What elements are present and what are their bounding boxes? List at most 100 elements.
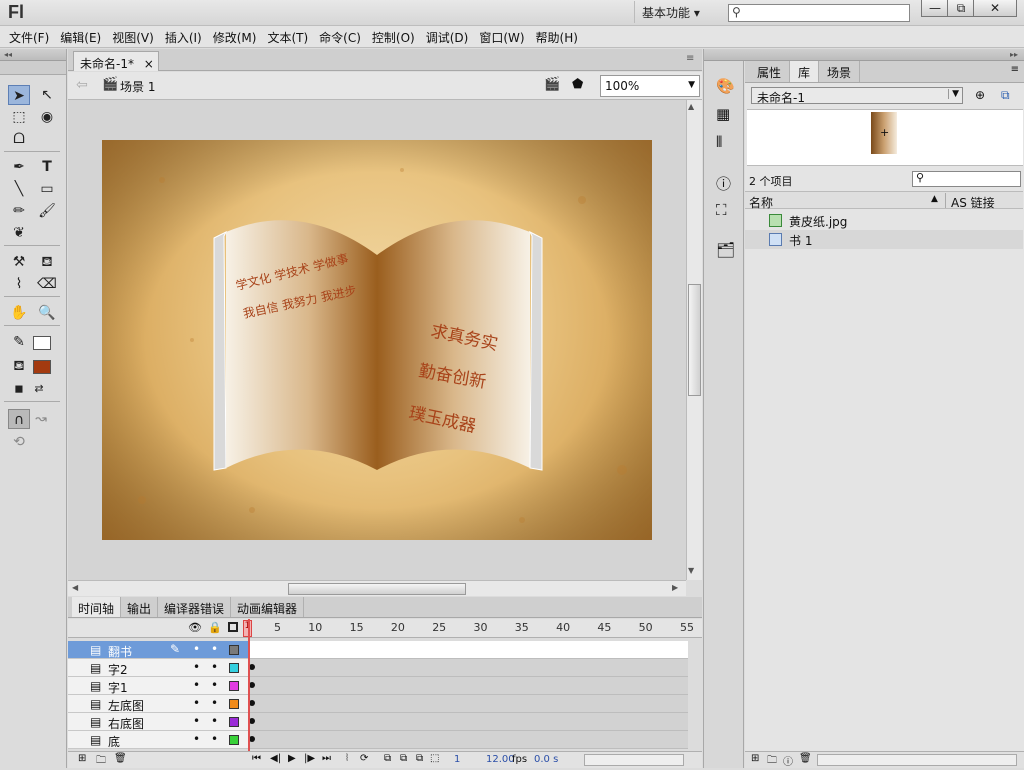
pasteboard[interactable]: 学文化 学技术 学做事 我自信 我努力 我进步 求真务实 勤奋创新 璞玉成器	[68, 100, 686, 580]
library-item[interactable]: 书 1	[745, 230, 1023, 249]
prev-frame-icon[interactable]: ◀|	[270, 753, 281, 764]
layer-name[interactable]: 左底图	[108, 697, 144, 714]
zoom-select[interactable]: 100% ▼	[600, 75, 700, 97]
3d-rotation-tool-icon[interactable]: ◉	[36, 107, 58, 127]
close-tab-icon[interactable]: ×	[144, 57, 154, 71]
tab-motion-editor[interactable]: 动画编辑器	[231, 597, 305, 617]
scroll-right-icon[interactable]: ▶	[672, 583, 678, 592]
deco-tool-icon[interactable]: ❦	[8, 223, 30, 243]
tab-timeline[interactable]: 时间轴	[72, 597, 122, 617]
visibility-dot[interactable]: •	[193, 696, 200, 710]
layer-row[interactable]: ▤ 右底图 • •	[68, 713, 248, 731]
lock-dot[interactable]: •	[211, 714, 218, 728]
menu-insert[interactable]: 插入(I)	[162, 26, 210, 47]
align-panel-icon[interactable]: ⫴	[716, 133, 722, 151]
library-hscroll[interactable]	[817, 754, 1017, 766]
right-panel-header[interactable]: ▸▸	[704, 49, 1024, 61]
properties-icon[interactable]: ⓘ	[783, 753, 793, 768]
zoom-tool-icon[interactable]: 🔍	[36, 303, 58, 323]
stroke-color-swatch[interactable]	[33, 336, 51, 350]
lasso-tool-icon[interactable]: ᗝ	[8, 129, 30, 149]
hand-tool-icon[interactable]: ✋	[8, 303, 30, 323]
menu-modify[interactable]: 修改(M)	[210, 26, 265, 47]
tab-compiler-errors[interactable]: 编译器错误	[158, 597, 232, 617]
layer-color-swatch[interactable]	[229, 735, 239, 745]
lock-icon[interactable]: 🔒	[208, 621, 222, 634]
eye-icon[interactable]: 👁	[188, 621, 202, 634]
panel-menu-icon[interactable]: ≡	[1005, 61, 1024, 82]
lock-dot[interactable]: •	[211, 642, 218, 656]
new-symbol-icon[interactable]: ⊞	[751, 753, 759, 764]
frame-track[interactable]	[248, 695, 688, 713]
subselection-tool-icon[interactable]: ↖	[36, 85, 58, 105]
tools-panel-grip[interactable]	[0, 61, 66, 75]
edit-scene-icon[interactable]: 🎬	[544, 77, 560, 92]
lock-dot[interactable]: •	[211, 732, 218, 746]
pencil-tool-icon[interactable]: ✏	[8, 201, 30, 221]
close-button[interactable]: ✕	[973, 0, 1017, 17]
scroll-up-icon[interactable]: ▲	[688, 102, 694, 111]
transform-panel-icon[interactable]: ⛶	[716, 201, 727, 219]
tools-panel-header[interactable]: ◂◂	[0, 49, 66, 61]
loop-icon[interactable]: ⟳	[360, 753, 368, 764]
horizontal-scroll-thumb[interactable]	[288, 583, 466, 595]
library-document-select[interactable]: 未命名-1 ▼	[751, 87, 963, 105]
layer-color-swatch[interactable]	[229, 717, 239, 727]
layer-row[interactable]: ▤ 翻书 ✎ • •	[68, 641, 248, 659]
lock-dot[interactable]: •	[211, 678, 218, 692]
delete-icon[interactable]: 🗑	[799, 753, 812, 764]
layer-row[interactable]: ▤ 字2 • •	[68, 659, 248, 677]
tab-library[interactable]: 库	[790, 61, 820, 82]
eraser-tool-icon[interactable]: ⌫	[36, 274, 58, 294]
fill-color-icon[interactable]: ⛾	[8, 356, 30, 376]
free-transform-tool-icon[interactable]: ⬚	[8, 107, 30, 127]
onion-outline-icon[interactable]: ⧉	[400, 753, 407, 764]
rectangle-tool-icon[interactable]: ▭	[36, 179, 58, 199]
info-panel-icon[interactable]: ⓘ	[716, 173, 731, 194]
edit-multiple-frames-icon[interactable]: ⧉	[416, 753, 423, 764]
visibility-dot[interactable]: •	[193, 732, 200, 746]
new-layer-icon[interactable]: ⊞	[78, 753, 86, 764]
layer-color-swatch[interactable]	[229, 699, 239, 709]
edit-symbols-icon[interactable]: ⬟	[572, 77, 583, 92]
timeline-hscroll[interactable]	[584, 754, 684, 766]
library-search-input[interactable]: ⚲	[912, 171, 1021, 187]
layer-row[interactable]: ▤ 左底图 • •	[68, 695, 248, 713]
layer-name[interactable]: 翻书	[108, 643, 132, 660]
tab-scene[interactable]: 场景	[819, 61, 861, 82]
menu-view[interactable]: 视图(V)	[109, 26, 162, 47]
play-icon[interactable]: ▶	[288, 753, 296, 764]
horizontal-scrollbar[interactable]: ◀ ▶	[68, 580, 686, 596]
pen-tool-icon[interactable]: ✒	[8, 157, 30, 177]
restore-button[interactable]: ⧉	[947, 0, 975, 17]
back-arrow-icon[interactable]: ⇦	[76, 77, 88, 93]
eyedropper-tool-icon[interactable]: ⌇	[8, 274, 30, 294]
layer-color-swatch[interactable]	[229, 681, 239, 691]
menu-commands[interactable]: 命令(C)	[316, 26, 369, 47]
layer-color-swatch[interactable]	[229, 645, 239, 655]
snap-to-objects-icon[interactable]: ∩	[8, 409, 30, 429]
line-tool-icon[interactable]: ╲	[8, 179, 30, 199]
swap-colors-icon[interactable]: ⇄	[28, 379, 50, 399]
menu-control[interactable]: 控制(O)	[369, 26, 423, 47]
stroke-color-icon[interactable]: ✎	[8, 332, 30, 352]
brush-tool-icon[interactable]: 🖌	[36, 201, 58, 221]
frame-track[interactable]	[248, 677, 688, 695]
stage[interactable]: 学文化 学技术 学做事 我自信 我努力 我进步 求真务实 勤奋创新 璞玉成器	[102, 140, 652, 540]
center-frame-icon[interactable]: ⦚	[346, 753, 348, 764]
color-panel-icon[interactable]: 🎨	[716, 77, 735, 95]
smooth-icon[interactable]: ↝	[30, 409, 52, 429]
tab-properties[interactable]: 属性	[749, 61, 791, 82]
visibility-dot[interactable]: •	[193, 660, 200, 674]
menu-debug[interactable]: 调试(D)	[423, 26, 477, 47]
layer-row[interactable]: ▤ 底 • •	[68, 731, 248, 749]
text-tool-icon[interactable]: T	[36, 157, 58, 177]
visibility-dot[interactable]: •	[193, 642, 200, 656]
first-frame-icon[interactable]: ⏮	[252, 753, 261, 764]
panel-menu-icon[interactable]: ≡	[686, 53, 694, 64]
current-frame-readout[interactable]: 1	[454, 754, 460, 765]
outline-icon[interactable]	[228, 622, 238, 632]
frame-track[interactable]	[248, 659, 688, 677]
swatches-panel-icon[interactable]: ▦	[716, 105, 730, 123]
layer-name[interactable]: 底	[108, 733, 120, 750]
